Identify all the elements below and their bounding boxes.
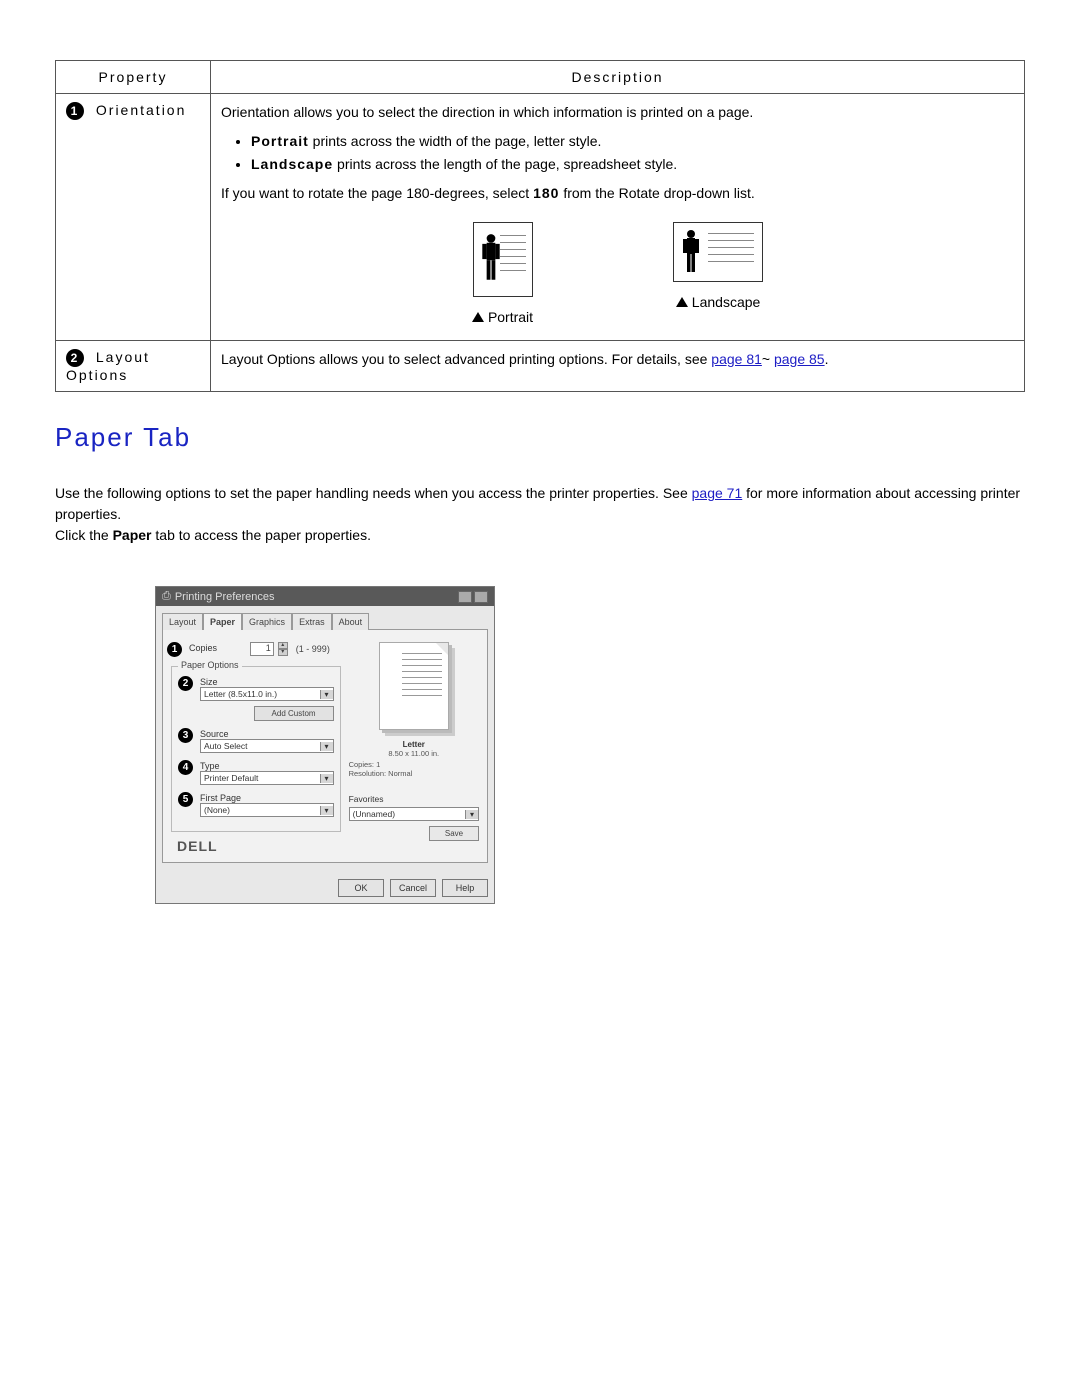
orientation-intro: Orientation allows you to select the dir…	[221, 102, 1014, 123]
landscape-block: Landscape	[673, 222, 763, 328]
person-icon	[480, 233, 502, 283]
printer-icon: ⎙	[162, 590, 171, 603]
dialog-footer: OK Cancel Help	[156, 873, 494, 903]
body-paragraph: Use the following options to set the pap…	[55, 483, 1025, 546]
property-name: Orientation	[96, 102, 186, 118]
group-title: Paper Options	[178, 660, 242, 670]
favorites-combo[interactable]: (Unnamed)	[349, 807, 479, 821]
orientation-illustration: Portrait Landscape	[221, 222, 1014, 328]
bullet-term: Landscape	[251, 156, 333, 172]
dialog-titlebar: ⎙ Printing Preferences	[156, 587, 494, 606]
portrait-label: Portrait	[472, 307, 533, 328]
firstpage-combo[interactable]: (None)	[200, 803, 334, 817]
ok-button[interactable]: OK	[338, 879, 384, 897]
list-item: Landscape prints across the length of th…	[251, 154, 1014, 175]
add-custom-button[interactable]: Add Custom	[254, 706, 334, 721]
printing-preferences-dialog: ⎙ Printing Preferences Layout Paper Grap…	[155, 586, 495, 904]
preview-info: Letter 8.50 x 11.00 in. Copies: 1 Resolu…	[349, 740, 479, 778]
size-label: Size	[200, 677, 334, 687]
firstpage-label: First Page	[200, 793, 334, 803]
size-row: 2 Size Letter (8.5x11.0 in.) Add Custom	[178, 677, 334, 721]
copies-range: (1 - 999)	[296, 644, 330, 654]
tab-graphics[interactable]: Graphics	[242, 613, 292, 630]
properties-table: Property Description 1 Orientation Orien…	[55, 60, 1025, 392]
tab-layout[interactable]: Layout	[162, 613, 203, 630]
table-row: 2 Layout Options Layout Options allows y…	[56, 341, 1025, 392]
list-item: Portrait prints across the width of the …	[251, 131, 1014, 152]
size-combo[interactable]: Letter (8.5x11.0 in.)	[200, 687, 334, 701]
favorites-label: Favorites	[349, 794, 479, 804]
close-icon[interactable]	[474, 591, 488, 603]
description-cell-orientation: Orientation allows you to select the dir…	[211, 94, 1025, 341]
orientation-bullets: Portrait prints across the width of the …	[251, 131, 1014, 175]
callout-icon: 4	[178, 760, 193, 775]
source-row: 3 Source Auto Select	[178, 729, 334, 753]
landscape-label: Landscape	[673, 292, 763, 313]
portrait-block: Portrait	[472, 222, 533, 328]
callout-icon: 1	[66, 102, 84, 120]
source-label: Source	[200, 729, 334, 739]
type-row: 4 Type Printer Default	[178, 761, 334, 785]
dialog-title: Printing Preferences	[175, 591, 275, 603]
portrait-page-icon	[473, 222, 533, 297]
page-link-71[interactable]: page 71	[692, 485, 743, 501]
firstpage-row: 5 First Page (None)	[178, 793, 334, 817]
doc-lines-icon	[402, 653, 442, 701]
dell-logo: DELL	[177, 838, 341, 854]
page-link-85[interactable]: page 85	[774, 351, 825, 367]
callout-icon: 5	[178, 792, 193, 807]
help-button[interactable]: Help	[442, 879, 488, 897]
callout-icon: 3	[178, 728, 193, 743]
tab-panel: 1 Copies 1 ▴▾ (1 - 999) Paper Options 2 …	[162, 629, 488, 863]
tab-about[interactable]: About	[332, 613, 370, 630]
person-icon	[680, 229, 702, 275]
bullet-term: Portrait	[251, 133, 309, 149]
page-link-81[interactable]: page 81	[711, 351, 762, 367]
heading-paper-tab: Paper Tab	[55, 422, 1025, 453]
bullet-rest: prints across the width of the page, let…	[309, 133, 602, 149]
tab-paper[interactable]: Paper	[203, 613, 242, 630]
help-icon[interactable]	[458, 591, 472, 603]
tabs: Layout Paper Graphics Extras About	[162, 612, 488, 629]
bullet-rest: prints across the length of the page, sp…	[333, 156, 677, 172]
cancel-button[interactable]: Cancel	[390, 879, 436, 897]
property-cell-layout-options: 2 Layout Options	[56, 341, 211, 392]
type-combo[interactable]: Printer Default	[200, 771, 334, 785]
doc-lines-icon	[500, 235, 526, 277]
tab-extras[interactable]: Extras	[292, 613, 332, 630]
property-cell-orientation: 1 Orientation	[56, 94, 211, 341]
copies-label: Copies	[189, 643, 217, 653]
triangle-icon	[472, 312, 484, 322]
th-property: Property	[56, 61, 211, 94]
table-row: 1 Orientation Orientation allows you to …	[56, 94, 1025, 341]
type-label: Type	[200, 761, 334, 771]
rotate-note: If you want to rotate the page 180-degre…	[221, 183, 1014, 204]
callout-icon: 2	[178, 676, 193, 691]
doc-lines-icon	[708, 233, 754, 268]
landscape-page-icon	[673, 222, 763, 282]
th-description: Description	[211, 61, 1025, 94]
triangle-icon	[676, 297, 688, 307]
callout-icon: 2	[66, 349, 84, 367]
callout-icon: 1	[167, 642, 182, 657]
spinner-buttons[interactable]: ▴▾	[278, 642, 288, 656]
description-cell-layout-options: Layout Options allows you to select adva…	[211, 341, 1025, 392]
paper-options-group: Paper Options 2 Size Letter (8.5x11.0 in…	[171, 666, 341, 832]
copies-input[interactable]: 1	[250, 642, 274, 656]
source-combo[interactable]: Auto Select	[200, 739, 334, 753]
save-button[interactable]: Save	[429, 826, 479, 841]
page-preview	[379, 642, 449, 730]
copies-row: 1 Copies 1 ▴▾ (1 - 999)	[171, 642, 341, 656]
